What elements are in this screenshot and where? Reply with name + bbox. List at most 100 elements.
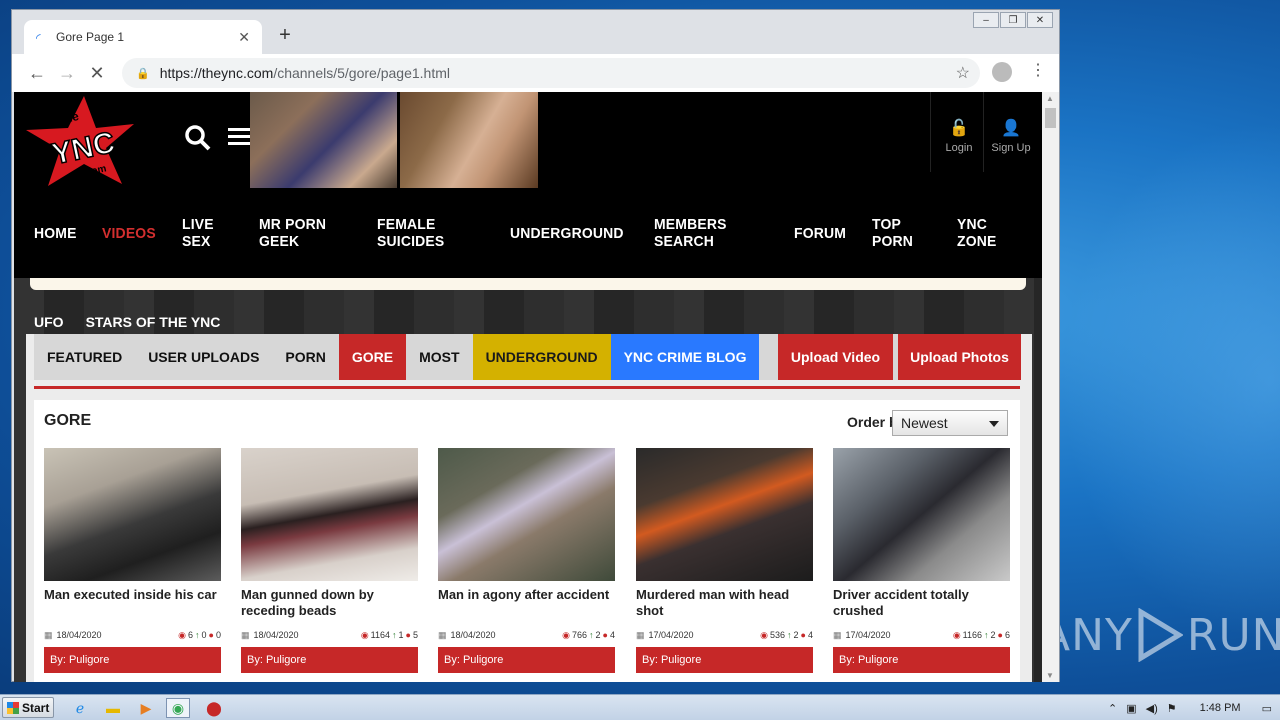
page-scrollbar[interactable]: ▲ ▼ — [1042, 92, 1059, 682]
arrow-up-icon: ↑ — [195, 630, 200, 640]
video-date: 18/04/2020 — [253, 630, 299, 640]
signup-button[interactable]: 👤 Sign Up — [986, 118, 1036, 154]
eye-icon: ◉ — [562, 629, 570, 640]
video-card[interactable]: Murdered man with head shot ▦ 17/04/2020 … — [636, 448, 813, 673]
nav-female-suicides[interactable]: FEMALE SUICIDES — [377, 216, 481, 250]
video-author[interactable]: By: Puligore — [833, 647, 1010, 673]
category-featured[interactable]: FEATURED — [34, 334, 135, 380]
nav-top-porn[interactable]: TOP PORN — [872, 216, 931, 250]
restore-button[interactable]: ❐ — [1000, 12, 1026, 28]
ync-logo[interactable]: the YNC .com — [22, 94, 146, 188]
anyrun-watermark: ANY RUN — [1040, 608, 1280, 662]
forward-arrow-icon[interactable]: → — [52, 63, 82, 84]
account-avatar-icon[interactable] — [992, 62, 1012, 82]
stop-loading-icon[interactable]: ✕ — [82, 63, 112, 84]
category-porn[interactable]: PORN — [272, 334, 338, 380]
section-title: GORE — [44, 412, 92, 429]
login-button[interactable]: 🔓 Login — [934, 118, 984, 154]
nav-members-search[interactable]: MEMBERS SEARCH — [654, 216, 763, 250]
loading-favicon-icon: ◜ — [36, 31, 41, 45]
category-underground[interactable]: UNDERGROUND — [472, 334, 611, 380]
video-meta: ▦ 17/04/2020 ◉ 536 ↑ 2 ● 4 — [636, 629, 813, 641]
video-thumbnail[interactable] — [241, 448, 418, 581]
video-thumbnail[interactable] — [44, 448, 221, 581]
internet-explorer-icon[interactable]: ℯ — [68, 698, 92, 718]
sub-nav: UFO STARS OF THE YNC — [34, 314, 220, 330]
new-tab-button[interactable]: + — [274, 24, 296, 47]
nav-videos[interactable]: VIDEOS — [102, 225, 156, 242]
minimize-button[interactable]: – — [973, 12, 999, 28]
comment-icon: ● — [997, 630, 1003, 640]
upload-video-button[interactable]: Upload Video — [778, 334, 893, 380]
address-bar[interactable]: 🔒 https://theync.com/channels/5/gore/pag… — [122, 58, 980, 88]
browser-tab[interactable]: ◜ Gore Page 1 ✕ — [24, 20, 262, 54]
show-desktop-icon[interactable]: ▭ — [1262, 702, 1272, 715]
content-panel: FEATURED USER UPLOADS PORN GORE MOST UND… — [26, 334, 1032, 682]
video-author[interactable]: By: Puligore — [44, 647, 221, 673]
video-thumbnail[interactable] — [438, 448, 615, 581]
upload-photos-button[interactable]: Upload Photos — [898, 334, 1021, 380]
video-title[interactable]: Man gunned down by receding beads — [241, 587, 418, 621]
header-separator — [930, 92, 931, 172]
media-player-icon[interactable]: ▶ — [134, 698, 158, 718]
video-card[interactable]: Man executed inside his car ▦ 18/04/2020 … — [44, 448, 221, 673]
search-icon[interactable] — [184, 124, 212, 152]
volume-icon[interactable]: ◀) — [1146, 702, 1158, 715]
header-thumbnail-ad-2[interactable] — [400, 92, 538, 188]
nav-mr-porn-geek[interactable]: MR PORN GEEK — [259, 216, 348, 250]
chrome-icon[interactable]: ◉ — [166, 698, 190, 718]
category-crime-blog[interactable]: YNC CRIME BLOG — [610, 334, 760, 380]
hamburger-menu-icon[interactable] — [228, 128, 250, 146]
action-center-flag-icon[interactable]: ⚑ — [1167, 702, 1177, 715]
back-arrow-icon[interactable]: ← — [22, 63, 52, 84]
category-user-uploads[interactable]: USER UPLOADS — [135, 334, 272, 380]
header-separator — [983, 92, 984, 172]
tab-close-icon[interactable]: ✕ — [238, 29, 250, 46]
video-card[interactable]: Driver accident totally crushed ▦ 17/04/2… — [833, 448, 1010, 673]
category-gore[interactable]: GORE — [338, 334, 407, 380]
video-card[interactable]: Man in agony after accident ▦ 18/04/2020 … — [438, 448, 615, 673]
video-author[interactable]: By: Puligore — [438, 647, 615, 673]
nav-forum[interactable]: FORUM — [794, 225, 846, 242]
tab-strip: ◜ Gore Page 1 ✕ + – ❐ ✕ — [12, 10, 1059, 54]
arrow-up-icon: ↑ — [984, 630, 989, 640]
start-button[interactable]: Start — [2, 697, 54, 718]
page-viewport: the YNC .com 🔓 Login 👤 Sign Up HOME VIDE… — [14, 92, 1042, 682]
nav-home[interactable]: HOME — [34, 225, 77, 242]
category-most[interactable]: MOST — [406, 334, 472, 380]
video-title[interactable]: Murdered man with head shot — [636, 587, 813, 621]
network-icon[interactable]: ▣ — [1126, 702, 1136, 715]
nav-ync-zone[interactable]: YNC ZONE — [957, 216, 1016, 250]
video-thumbnail[interactable] — [833, 448, 1010, 581]
video-title[interactable]: Man in agony after accident — [438, 587, 615, 621]
view-count: 6 — [188, 630, 194, 640]
scroll-down-icon[interactable]: ▼ — [1046, 671, 1054, 680]
nav-live-sex[interactable]: LIVE SEX — [182, 216, 233, 250]
folder-icon[interactable]: ▬ — [101, 698, 125, 718]
header-thumbnail-ad-1[interactable] — [250, 92, 397, 188]
tray-expand-icon[interactable]: ⌃ — [1108, 702, 1117, 715]
bookmark-star-icon[interactable]: ☆ — [956, 63, 970, 83]
video-list: GORE Order by: Newest Man executed insid… — [34, 400, 1020, 682]
scrollbar-thumb[interactable] — [1045, 108, 1056, 128]
eye-icon: ◉ — [760, 629, 768, 640]
security-app-icon[interactable]: ⬤ — [202, 698, 226, 718]
order-by-select[interactable]: Newest — [892, 410, 1008, 436]
comment-count: 4 — [807, 630, 813, 640]
lock-icon: 🔒 — [136, 67, 150, 80]
video-author[interactable]: By: Puligore — [636, 647, 813, 673]
close-window-button[interactable]: ✕ — [1027, 12, 1053, 28]
unlock-icon: 🔓 — [949, 120, 969, 137]
video-title[interactable]: Man executed inside his car — [44, 587, 221, 621]
video-thumbnail[interactable] — [636, 448, 813, 581]
subnav-stars[interactable]: STARS OF THE YNC — [86, 314, 221, 330]
clock[interactable]: 1:48 PM — [1200, 702, 1241, 714]
nav-underground[interactable]: UNDERGROUND — [510, 225, 624, 242]
browser-menu-icon[interactable]: ⋮ — [1030, 60, 1046, 80]
subnav-ufo[interactable]: UFO — [34, 314, 64, 330]
video-author[interactable]: By: Puligore — [241, 647, 418, 673]
video-title[interactable]: Driver accident totally crushed — [833, 587, 1010, 621]
scroll-up-icon[interactable]: ▲ — [1046, 94, 1054, 103]
video-card[interactable]: Man gunned down by receding beads ▦ 18/04… — [241, 448, 418, 673]
main-nav: HOME VIDEOS LIVE SEX MR PORN GEEK FEMALE… — [14, 188, 1042, 278]
